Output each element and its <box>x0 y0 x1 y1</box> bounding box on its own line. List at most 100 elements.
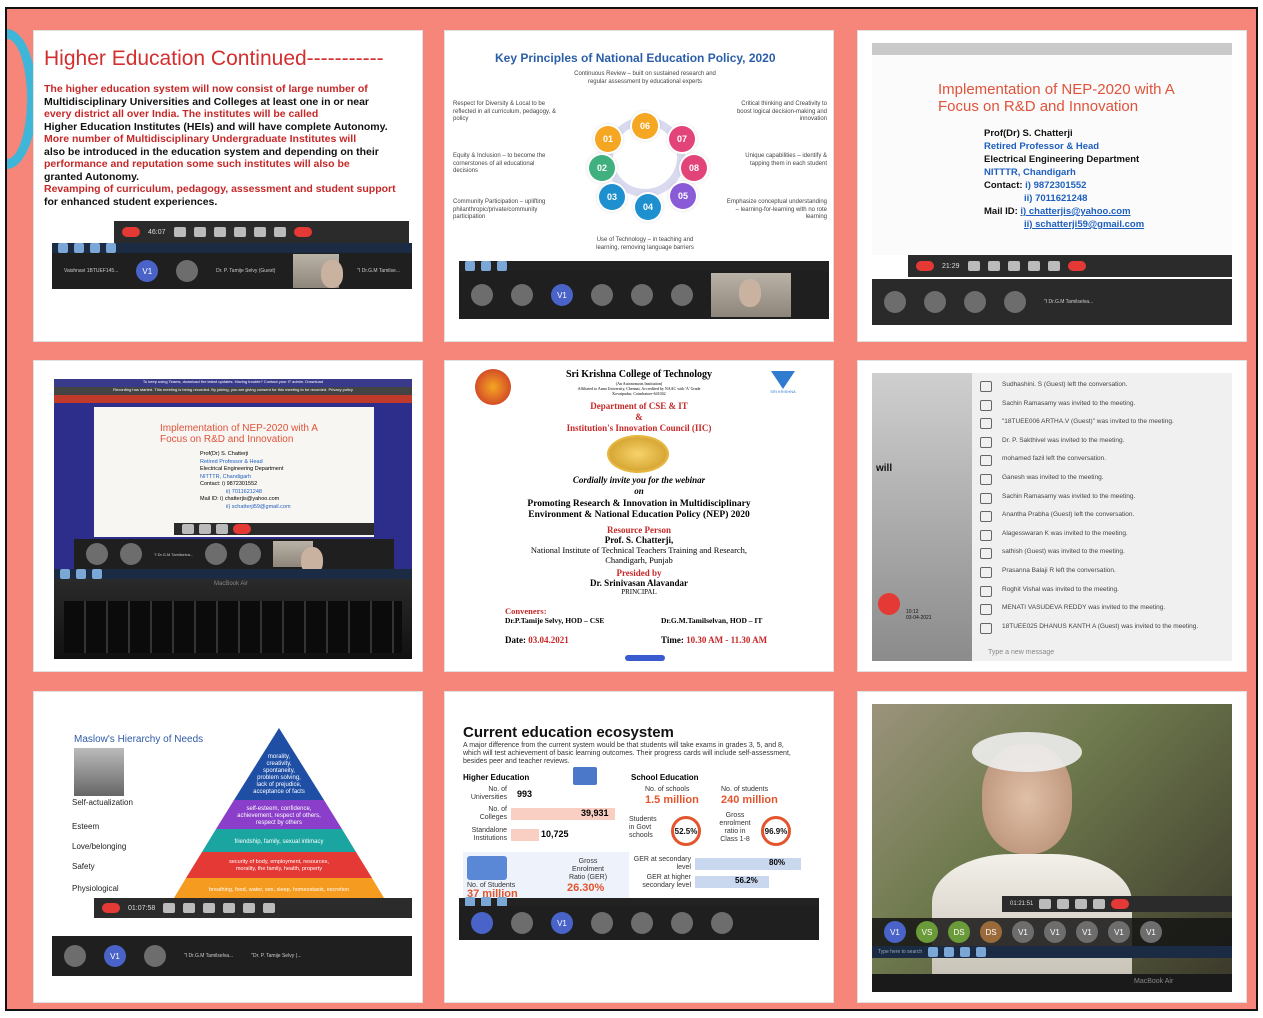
decorative-arc <box>7 29 37 169</box>
app-icon[interactable] <box>481 261 491 271</box>
mic-icon[interactable] <box>987 261 1000 271</box>
chat-message: Ganesh was invited to the meeting. <box>980 473 1230 485</box>
app-icon[interactable] <box>60 569 70 579</box>
camera-icon[interactable] <box>1039 899 1052 909</box>
app-icon[interactable] <box>465 261 475 271</box>
message-text: Anantha Prabha (Guest) left the conversa… <box>1002 511 1135 519</box>
chat-icon[interactable] <box>243 903 256 913</box>
camera-icon[interactable] <box>163 903 176 913</box>
participant-strip: Vaishnavi 1BTUEF145... V1 Dr. P. Tamije … <box>52 253 412 289</box>
meeting-timer: 01:21:51 <box>1010 901 1034 907</box>
camera-icon[interactable] <box>173 227 186 237</box>
maslow-photo <box>74 748 124 796</box>
mic-icon[interactable] <box>1057 899 1070 909</box>
mic-icon[interactable] <box>193 227 206 237</box>
app-icon[interactable] <box>106 243 116 253</box>
tile-higher-education: Higher Education Continued----------- Th… <box>34 31 422 341</box>
hang-up-icon[interactable] <box>878 593 900 615</box>
share-icon[interactable] <box>1075 899 1088 909</box>
meeting-controls: 01:21:51 <box>1002 896 1232 912</box>
chat-icon[interactable] <box>1093 899 1106 909</box>
avatar: V1 <box>136 260 159 282</box>
chat-message: Sachin Ramasamy was invited to the meeti… <box>980 492 1230 504</box>
person-icon <box>980 418 992 430</box>
avatar: V1 <box>1012 921 1034 943</box>
avatar <box>591 284 613 306</box>
raise-hand-icon[interactable] <box>253 227 266 237</box>
hang-up-icon[interactable] <box>1067 261 1086 271</box>
search-box[interactable]: Type here to search <box>878 949 922 955</box>
message-text: Sudhashini. S (Guest) left the conversat… <box>1002 381 1128 388</box>
more-icon[interactable] <box>1027 261 1040 271</box>
participant-strip: V1 "I Dr.G.M Tamilselva... "Dr. P. Tamij… <box>52 936 412 976</box>
speaker-hair <box>972 732 1082 772</box>
presided-label: Presided by <box>616 568 662 578</box>
speaker-inst: NITTTR, Chandigarh <box>984 167 1076 178</box>
email-link[interactable]: i) chatterjis@yahoo.com <box>1020 206 1130 217</box>
share-icon[interactable] <box>1007 261 1020 271</box>
avatar <box>924 291 946 313</box>
level-text: breathing, food, water, sex, sleep, home… <box>209 887 349 893</box>
email-link[interactable]: ii) schatterji59@gmail.com <box>200 504 291 512</box>
app-icon[interactable] <box>944 947 955 957</box>
avatar: DS <box>980 921 1002 943</box>
topic-line: Promoting Research & Innovation in Multi… <box>527 499 751 509</box>
schools-value: 1.5 million <box>645 794 699 806</box>
app-icon[interactable] <box>960 947 971 957</box>
slide-title: Higher Education Continued----------- <box>44 47 384 70</box>
avatar <box>205 543 228 565</box>
chat-icon[interactable] <box>273 227 286 237</box>
coll-label: No. of Colleges <box>479 806 507 821</box>
body-line: performance and reputation some such ins… <box>44 158 350 170</box>
hang-up-icon[interactable] <box>293 227 312 237</box>
ger-hsec-value: 56.2% <box>735 876 758 885</box>
tile-education-ecosystem: Current education ecosystem A major diff… <box>445 692 833 1002</box>
participant-name: "I Dr.G.M Tamilse... <box>357 268 400 274</box>
convener: Dr.P.Tamije Selvy, HOD – CSE <box>505 616 605 625</box>
app-icon[interactable] <box>58 243 68 253</box>
message-text: sathish (Guest) was invited to the meeti… <box>1002 548 1125 556</box>
avatar: V1 <box>1108 921 1130 943</box>
aicte-logo <box>609 437 667 471</box>
speaker-video <box>273 541 324 575</box>
mic-icon[interactable] <box>199 524 211 534</box>
mic-icon[interactable] <box>183 903 196 913</box>
app-icon[interactable] <box>90 243 100 253</box>
resource-inst: National Institute of Technical Teachers… <box>530 545 748 555</box>
message-text: Dr. P. Sakthivel was invited to the meet… <box>1002 436 1125 444</box>
participant-strip: V1 VS DS DS V1 V1 V1 V1 V1 <box>872 918 1232 946</box>
recording-icon <box>916 261 934 271</box>
app-icon[interactable] <box>76 569 86 579</box>
more-icon[interactable] <box>223 903 236 913</box>
date-label: Date: <box>505 635 526 645</box>
more-icon[interactable] <box>233 227 246 237</box>
hang-up-icon[interactable] <box>1111 899 1130 909</box>
app-icon[interactable] <box>74 243 84 253</box>
hang-up-icon[interactable] <box>233 524 251 534</box>
app-icon[interactable] <box>497 261 507 271</box>
chat-icon[interactable] <box>1047 261 1060 271</box>
compose-box[interactable]: Type a new message <box>988 649 1054 656</box>
app-icon[interactable] <box>92 569 102 579</box>
invite-text: Cordially invite you for the webinar <box>572 475 706 485</box>
video-pane: will 10:12 03-04-2021 <box>872 373 972 661</box>
share-icon[interactable] <box>203 903 216 913</box>
ger-sec-label: GER at secondary level <box>633 856 691 871</box>
email-link[interactable]: ii) schatterji59@gmail.com <box>984 218 1144 231</box>
camera-icon[interactable] <box>182 524 194 534</box>
people-icon[interactable] <box>263 903 276 913</box>
avatar <box>120 543 142 565</box>
chat-message: Sudhashini. S (Guest) left the conversat… <box>980 381 1230 392</box>
share-icon[interactable] <box>216 524 228 534</box>
body-line: The higher education system will now con… <box>44 83 368 95</box>
chat-message: mohamed fazil left the conversation. <box>980 455 1230 467</box>
avatar <box>591 912 613 934</box>
share-icon[interactable] <box>213 227 226 237</box>
slider-handle[interactable] <box>625 655 665 661</box>
participant-strip: V1 <box>459 271 829 319</box>
message-text: Sachin Ramasamy was invited to the meeti… <box>1002 399 1136 407</box>
app-icon[interactable] <box>928 947 939 957</box>
app-icon[interactable] <box>976 947 987 957</box>
slide-canvas: Implementation of NEP-2020 with A Focus … <box>94 407 374 537</box>
camera-icon[interactable] <box>967 261 980 271</box>
